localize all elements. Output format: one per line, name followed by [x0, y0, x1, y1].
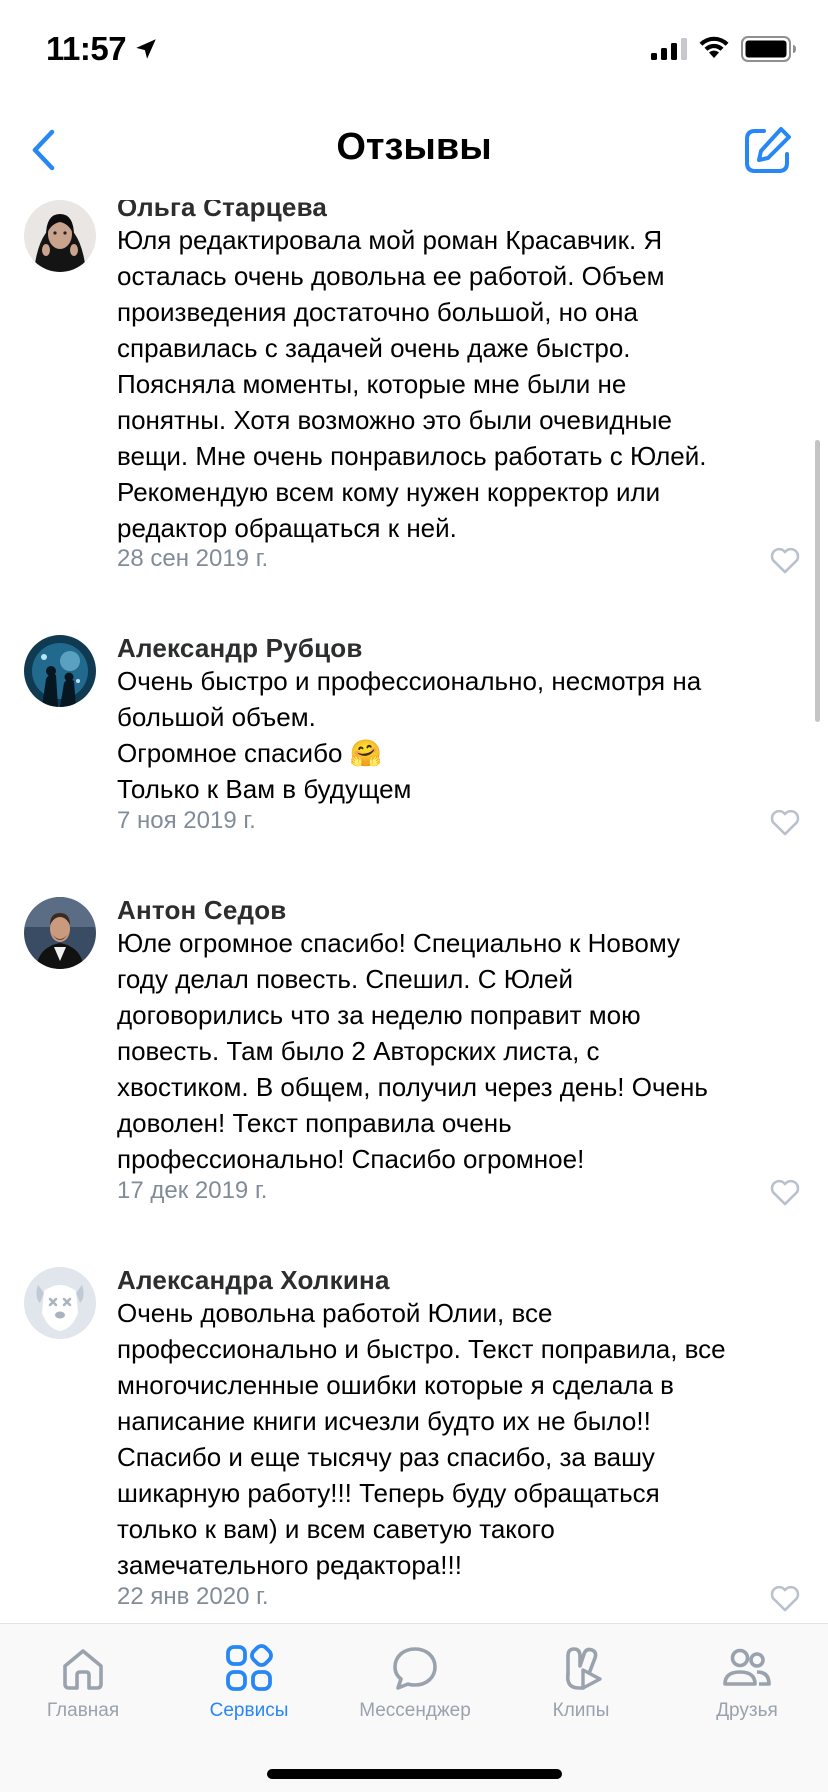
like-heart-icon[interactable]	[768, 1175, 802, 1209]
avatar[interactable]	[24, 200, 96, 272]
messenger-icon	[393, 1647, 437, 1690]
tab-label: Мессенджер	[359, 1700, 471, 1721]
review-text: Очень довольна работой Юлии, все професс…	[117, 1298, 726, 1580]
status-bar: 11:57	[0, 0, 828, 100]
tab-messenger[interactable]: Мессенджер	[332, 1624, 498, 1744]
like-heart-icon[interactable]	[768, 805, 802, 839]
avatar[interactable]	[24, 1267, 96, 1339]
clips-icon	[565, 1647, 602, 1690]
review-text: Очень быстро и профессионально, несмотря…	[117, 666, 702, 804]
home-icon	[63, 1649, 103, 1690]
deactivated-dog-icon	[24, 1267, 96, 1339]
status-time: 11:57	[46, 30, 127, 67]
tab-home[interactable]: Главная	[0, 1624, 166, 1744]
compose-icon	[745, 127, 791, 173]
like-heart-icon[interactable]	[768, 543, 802, 577]
tab-label: Клипы	[552, 1700, 610, 1721]
location-arrow-icon	[136, 39, 156, 59]
wifi-icon	[699, 36, 729, 58]
tab-label: Главная	[46, 1700, 120, 1721]
review-author[interactable]: Александр Рубцов	[117, 633, 363, 664]
scroll-indicator[interactable]	[815, 440, 820, 722]
review-date: 22 янв 2020 г.	[117, 1583, 269, 1610]
review-author[interactable]: Ольга Старцева	[117, 200, 327, 223]
review-text: Юля редактировала мой роман Красавчик. Я…	[117, 225, 707, 543]
tab-bar: Главная Сервисы Мессенджер Клипы Друзья	[0, 1623, 828, 1792]
review-author[interactable]: Антон Седов	[117, 895, 287, 926]
reviews-list: Ольга Старцева Юля редактировала мой ром…	[0, 200, 828, 1623]
review-date: 17 дек 2019 г.	[117, 1177, 268, 1204]
home-indicator[interactable]	[267, 1769, 562, 1779]
services-icon	[226, 1644, 273, 1691]
friends-icon	[723, 1648, 771, 1686]
tab-label: Друзья	[716, 1700, 778, 1721]
review-text: Юле огромное спасибо! Специально к Новом…	[117, 928, 708, 1174]
tab-friends[interactable]: Друзья	[664, 1624, 828, 1744]
review-date: 28 сен 2019 г.	[117, 545, 269, 572]
page-title: Отзывы	[336, 126, 492, 168]
avatar[interactable]	[24, 897, 96, 969]
review-author[interactable]: Александра Холкина	[117, 1265, 390, 1296]
review-date: 7 ноя 2019 г.	[117, 807, 256, 834]
tab-services[interactable]: Сервисы	[166, 1624, 332, 1744]
battery-icon	[741, 36, 796, 62]
like-heart-icon[interactable]	[768, 1581, 802, 1615]
tab-label: Сервисы	[209, 1700, 289, 1721]
cellular-signal-icon	[651, 38, 687, 60]
write-review-button[interactable]	[740, 122, 796, 178]
tab-clips[interactable]: Клипы	[498, 1624, 664, 1744]
nav-bar: Отзывы	[0, 100, 828, 200]
avatar[interactable]	[24, 635, 96, 707]
